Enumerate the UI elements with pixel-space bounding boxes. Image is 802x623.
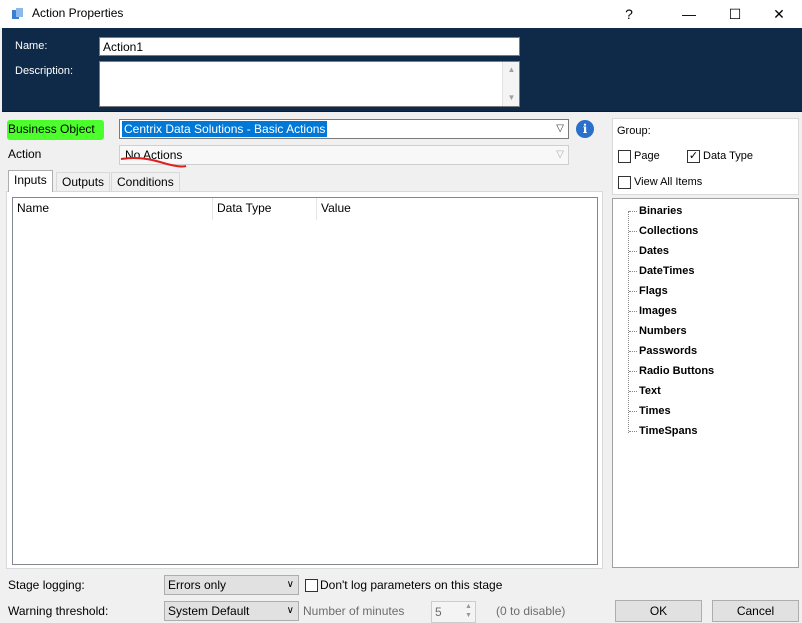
tree-item-passwords[interactable]: Passwords xyxy=(639,345,697,357)
tree-branch xyxy=(629,311,637,312)
close-icon: ✕ xyxy=(773,5,785,22)
stage-logging-value: Errors only xyxy=(168,578,227,592)
tree-item-text[interactable]: Text xyxy=(639,385,661,397)
minimize-button[interactable]: — xyxy=(666,0,712,28)
stage-logging-label: Stage logging: xyxy=(8,578,85,592)
business-object-value: Centrix Data Solutions - Basic Actions xyxy=(122,121,328,137)
chevron-down-icon: ▽ xyxy=(556,123,564,134)
page-checkbox-label: Page xyxy=(634,150,660,162)
tree-guide-line xyxy=(628,211,629,433)
description-scrollbar[interactable]: ▲ ▼ xyxy=(502,62,519,106)
description-label: Description: xyxy=(15,65,74,77)
close-button[interactable]: ✕ xyxy=(756,0,802,28)
disable-hint: (0 to disable) xyxy=(496,604,566,618)
info-icon[interactable]: i xyxy=(576,120,594,138)
tree-branch xyxy=(629,251,637,252)
dont-log-label: Don't log parameters on this stage xyxy=(320,578,503,592)
maximize-button[interactable]: ☐ xyxy=(712,0,758,28)
column-header-data-type[interactable]: Data Type xyxy=(213,198,317,220)
tree-item-binaries[interactable]: Binaries xyxy=(639,205,682,217)
help-icon: ? xyxy=(625,6,633,22)
business-object-label: Business Object xyxy=(7,120,104,140)
app-icon xyxy=(12,8,23,19)
tree-branch xyxy=(629,391,637,392)
tree-branch xyxy=(629,331,637,332)
tree-branch xyxy=(629,351,637,352)
name-input[interactable] xyxy=(99,37,520,56)
dont-log-checkbox[interactable] xyxy=(305,579,318,592)
page-checkbox[interactable] xyxy=(618,150,631,163)
tree-item-numbers[interactable]: Numbers xyxy=(639,325,687,337)
tree-item-radio-buttons[interactable]: Radio Buttons xyxy=(639,365,714,377)
warning-threshold-value: System Default xyxy=(168,604,250,618)
tree-branch xyxy=(629,431,637,432)
tab-outputs[interactable]: Outputs xyxy=(56,172,111,192)
group-label: Group: xyxy=(617,125,651,137)
warning-threshold-select[interactable]: System Default ∨ xyxy=(164,601,299,621)
checkmark-icon: ✓ xyxy=(688,150,699,162)
minimize-icon: — xyxy=(682,6,696,22)
tree-item-timespans[interactable]: TimeSpans xyxy=(639,425,698,437)
tab-conditions[interactable]: Conditions xyxy=(111,172,180,192)
chevron-down-icon: ∨ xyxy=(286,579,294,590)
inputs-tab-panel: Name Data Type Value xyxy=(6,191,603,569)
window-title: Action Properties xyxy=(32,6,124,20)
data-type-tree[interactable]: Binaries Collections Dates DateTimes Fla… xyxy=(612,198,799,568)
tree-branch xyxy=(629,371,637,372)
cancel-button[interactable]: Cancel xyxy=(712,600,799,622)
annotation-underline xyxy=(120,157,187,168)
minutes-value: 5 xyxy=(435,605,442,619)
tree-item-flags[interactable]: Flags xyxy=(639,285,668,297)
tree-item-datetimes[interactable]: DateTimes xyxy=(639,265,694,277)
help-button[interactable]: ? xyxy=(606,0,652,28)
ok-button[interactable]: OK xyxy=(615,600,702,622)
tree-branch xyxy=(629,271,637,272)
tree-branch xyxy=(629,291,637,292)
data-type-checkbox-label: Data Type xyxy=(703,150,753,162)
tree-branch xyxy=(629,231,637,232)
title-bar: Action Properties ? — ☐ ✕ xyxy=(0,0,802,28)
warning-threshold-label: Warning threshold: xyxy=(8,604,109,618)
chevron-down-icon: ▽ xyxy=(556,149,564,160)
maximize-icon: ☐ xyxy=(728,5,742,22)
business-object-select[interactable]: Centrix Data Solutions - Basic Actions ▽ xyxy=(119,119,569,139)
view-all-checkbox[interactable] xyxy=(618,176,631,189)
tree-branch xyxy=(629,411,637,412)
tree-item-dates[interactable]: Dates xyxy=(639,245,669,257)
group-box: Group: Page ✓ Data Type View All Items xyxy=(612,118,799,195)
data-type-checkbox[interactable]: ✓ xyxy=(687,150,700,163)
tree-item-times[interactable]: Times xyxy=(639,405,671,417)
action-label: Action xyxy=(8,147,42,161)
name-label: Name: xyxy=(15,40,48,52)
scroll-up-icon[interactable]: ▲ xyxy=(503,63,520,77)
scroll-down-icon[interactable]: ▼ xyxy=(503,91,520,105)
inputs-table[interactable]: Name Data Type Value xyxy=(12,197,598,565)
tab-inputs[interactable]: Inputs xyxy=(8,170,53,192)
tree-item-collections[interactable]: Collections xyxy=(639,225,698,237)
minutes-stepper[interactable]: 5 ▲ ▼ xyxy=(431,601,476,623)
stage-logging-select[interactable]: Errors only ∨ xyxy=(164,575,299,595)
view-all-checkbox-label: View All Items xyxy=(634,176,703,188)
stepper-arrows-icon[interactable]: ▲ ▼ xyxy=(462,602,475,622)
tree-item-images[interactable]: Images xyxy=(639,305,677,317)
minutes-label: Number of minutes xyxy=(303,604,405,618)
column-header-name[interactable]: Name xyxy=(13,198,213,220)
column-header-value[interactable]: Value xyxy=(317,198,417,220)
tree-branch xyxy=(629,211,637,212)
description-textarea[interactable]: ▲ ▼ xyxy=(99,61,520,107)
chevron-down-icon: ∨ xyxy=(286,605,294,616)
